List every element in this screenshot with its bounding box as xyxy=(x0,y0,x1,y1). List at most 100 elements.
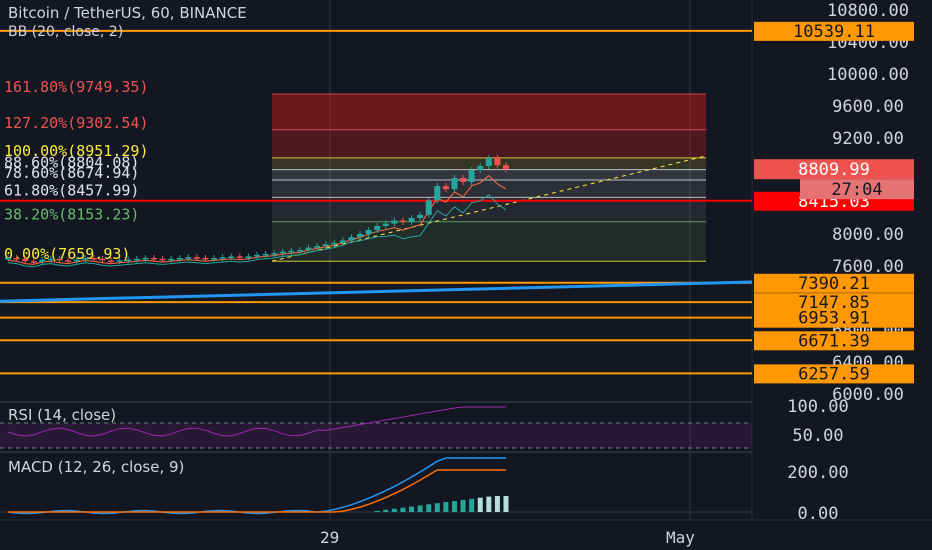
candle-body-30 xyxy=(262,254,269,256)
macd-tick-1: 0.00 xyxy=(798,504,839,524)
countdown-tag: 27:04 xyxy=(831,180,882,200)
candle-body-35 xyxy=(305,247,312,250)
candle-body-28 xyxy=(245,256,252,258)
candle-body-41 xyxy=(357,234,364,238)
price-tick-2: 10000.00 xyxy=(827,65,909,85)
candle-body-19 xyxy=(168,258,175,261)
level-tag-0: 10539.11 xyxy=(793,22,875,42)
macd-hist-49 xyxy=(426,504,432,512)
candle-body-20 xyxy=(176,258,183,260)
candle-body-58 xyxy=(503,165,509,170)
candle-body-9 xyxy=(82,258,89,260)
level-tag-3: 6953.91 xyxy=(798,309,870,329)
macd-hist-47 xyxy=(409,506,415,512)
candle-body-0 xyxy=(5,258,11,260)
candle-body-12 xyxy=(108,260,115,262)
fib-zone-0 xyxy=(272,94,706,130)
candle-body-44 xyxy=(382,223,389,226)
macd-hist-46 xyxy=(400,507,406,512)
candle-body-18 xyxy=(159,258,166,261)
candle-body-25 xyxy=(219,257,226,259)
price-tick-3: 9600.00 xyxy=(832,97,904,117)
candle-body-24 xyxy=(211,258,218,260)
price-tick-4: 9200.00 xyxy=(832,129,904,149)
fib-label-0: 161.80%(9749.35) xyxy=(4,78,149,96)
macd-hist-53 xyxy=(460,499,466,512)
candle-body-57 xyxy=(494,157,501,166)
fib-label-6: 38.20%(8153.23) xyxy=(4,206,139,224)
candle-body-55 xyxy=(477,166,484,170)
fib-zone-1 xyxy=(272,129,706,158)
candle-body-34 xyxy=(296,250,303,252)
rsi-tick-0: 100.00 xyxy=(787,397,848,417)
candle-body-27 xyxy=(236,256,243,258)
candle-body-8 xyxy=(73,259,80,262)
macd-hist-45 xyxy=(391,508,397,512)
candle-body-4 xyxy=(39,259,46,262)
candle-body-13 xyxy=(116,260,123,262)
candle-body-47 xyxy=(408,218,415,222)
price-tick-0: 10800.00 xyxy=(827,1,909,21)
candle-body-53 xyxy=(460,178,467,182)
candle-body-37 xyxy=(322,244,329,246)
level-tag-1: 7390.21 xyxy=(798,274,870,294)
candle-body-36 xyxy=(314,246,321,248)
candle-body-54 xyxy=(468,170,475,182)
candle-body-21 xyxy=(185,257,192,259)
candle-body-38 xyxy=(331,242,338,245)
candle-body-39 xyxy=(339,240,346,243)
candle-body-1 xyxy=(13,258,20,260)
macd-hist-43 xyxy=(374,510,380,512)
candle-body-29 xyxy=(254,254,260,257)
candle-body-3 xyxy=(30,261,37,263)
fib-label-4: 78.60%(8674.94) xyxy=(4,164,139,182)
macd-hist-55 xyxy=(477,497,483,512)
candle-body-15 xyxy=(133,258,140,261)
candle-body-45 xyxy=(391,220,398,224)
candle-body-2 xyxy=(22,258,29,262)
fib-label-1: 127.20%(9302.54) xyxy=(4,114,149,132)
level-tag-5: 6257.59 xyxy=(798,364,870,384)
level-tag-4: 6671.39 xyxy=(798,331,870,351)
current-price-tag: 8809.99 xyxy=(798,160,870,180)
time-tick-1: May xyxy=(666,528,695,547)
candle-body-7 xyxy=(65,260,72,262)
candle-body-32 xyxy=(279,251,286,254)
macd-hist-52 xyxy=(451,501,457,512)
candle-body-16 xyxy=(142,258,149,260)
macd-hist-54 xyxy=(469,498,475,512)
rsi-label[interactable]: RSI (14, close) xyxy=(8,406,116,424)
candle-body-10 xyxy=(90,258,97,260)
macd-hist-58 xyxy=(503,496,509,512)
candle-body-23 xyxy=(202,258,209,260)
candle-body-5 xyxy=(47,258,54,261)
fib-zone-6 xyxy=(272,221,706,262)
time-tick-0: 29 xyxy=(320,528,339,547)
candle-body-40 xyxy=(348,237,355,241)
price-tick-6: 8000.00 xyxy=(832,225,904,245)
candle-body-42 xyxy=(365,230,372,234)
candle-body-26 xyxy=(228,256,235,258)
candle-body-11 xyxy=(99,258,106,261)
fib-label-5: 61.80%(8457.99) xyxy=(4,181,139,199)
macd-label[interactable]: MACD (12, 26, close, 9) xyxy=(8,458,184,476)
candle-body-48 xyxy=(417,214,424,218)
rsi-tick-1: 50.00 xyxy=(792,426,843,446)
bb-indicator-label[interactable]: BB (20, close, 2) xyxy=(8,24,123,40)
candle-body-46 xyxy=(399,220,406,222)
symbol-title[interactable]: Bitcoin / TetherUS, 60, BINANCE xyxy=(8,4,247,22)
candle-body-50 xyxy=(434,186,441,201)
candle-body-22 xyxy=(193,257,200,259)
candle-body-31 xyxy=(271,253,278,255)
macd-hist-44 xyxy=(383,509,389,512)
macd-hist-57 xyxy=(494,496,500,512)
candle-body-43 xyxy=(374,226,381,230)
macd-hist-50 xyxy=(434,503,440,512)
macd-hist-48 xyxy=(417,505,423,512)
macd-tick-0: 200.00 xyxy=(787,463,848,483)
candle-body-56 xyxy=(485,157,492,166)
candle-body-33 xyxy=(288,250,295,253)
candle-body-52 xyxy=(451,178,458,190)
candle-body-49 xyxy=(425,200,432,215)
candle-body-17 xyxy=(150,258,157,260)
